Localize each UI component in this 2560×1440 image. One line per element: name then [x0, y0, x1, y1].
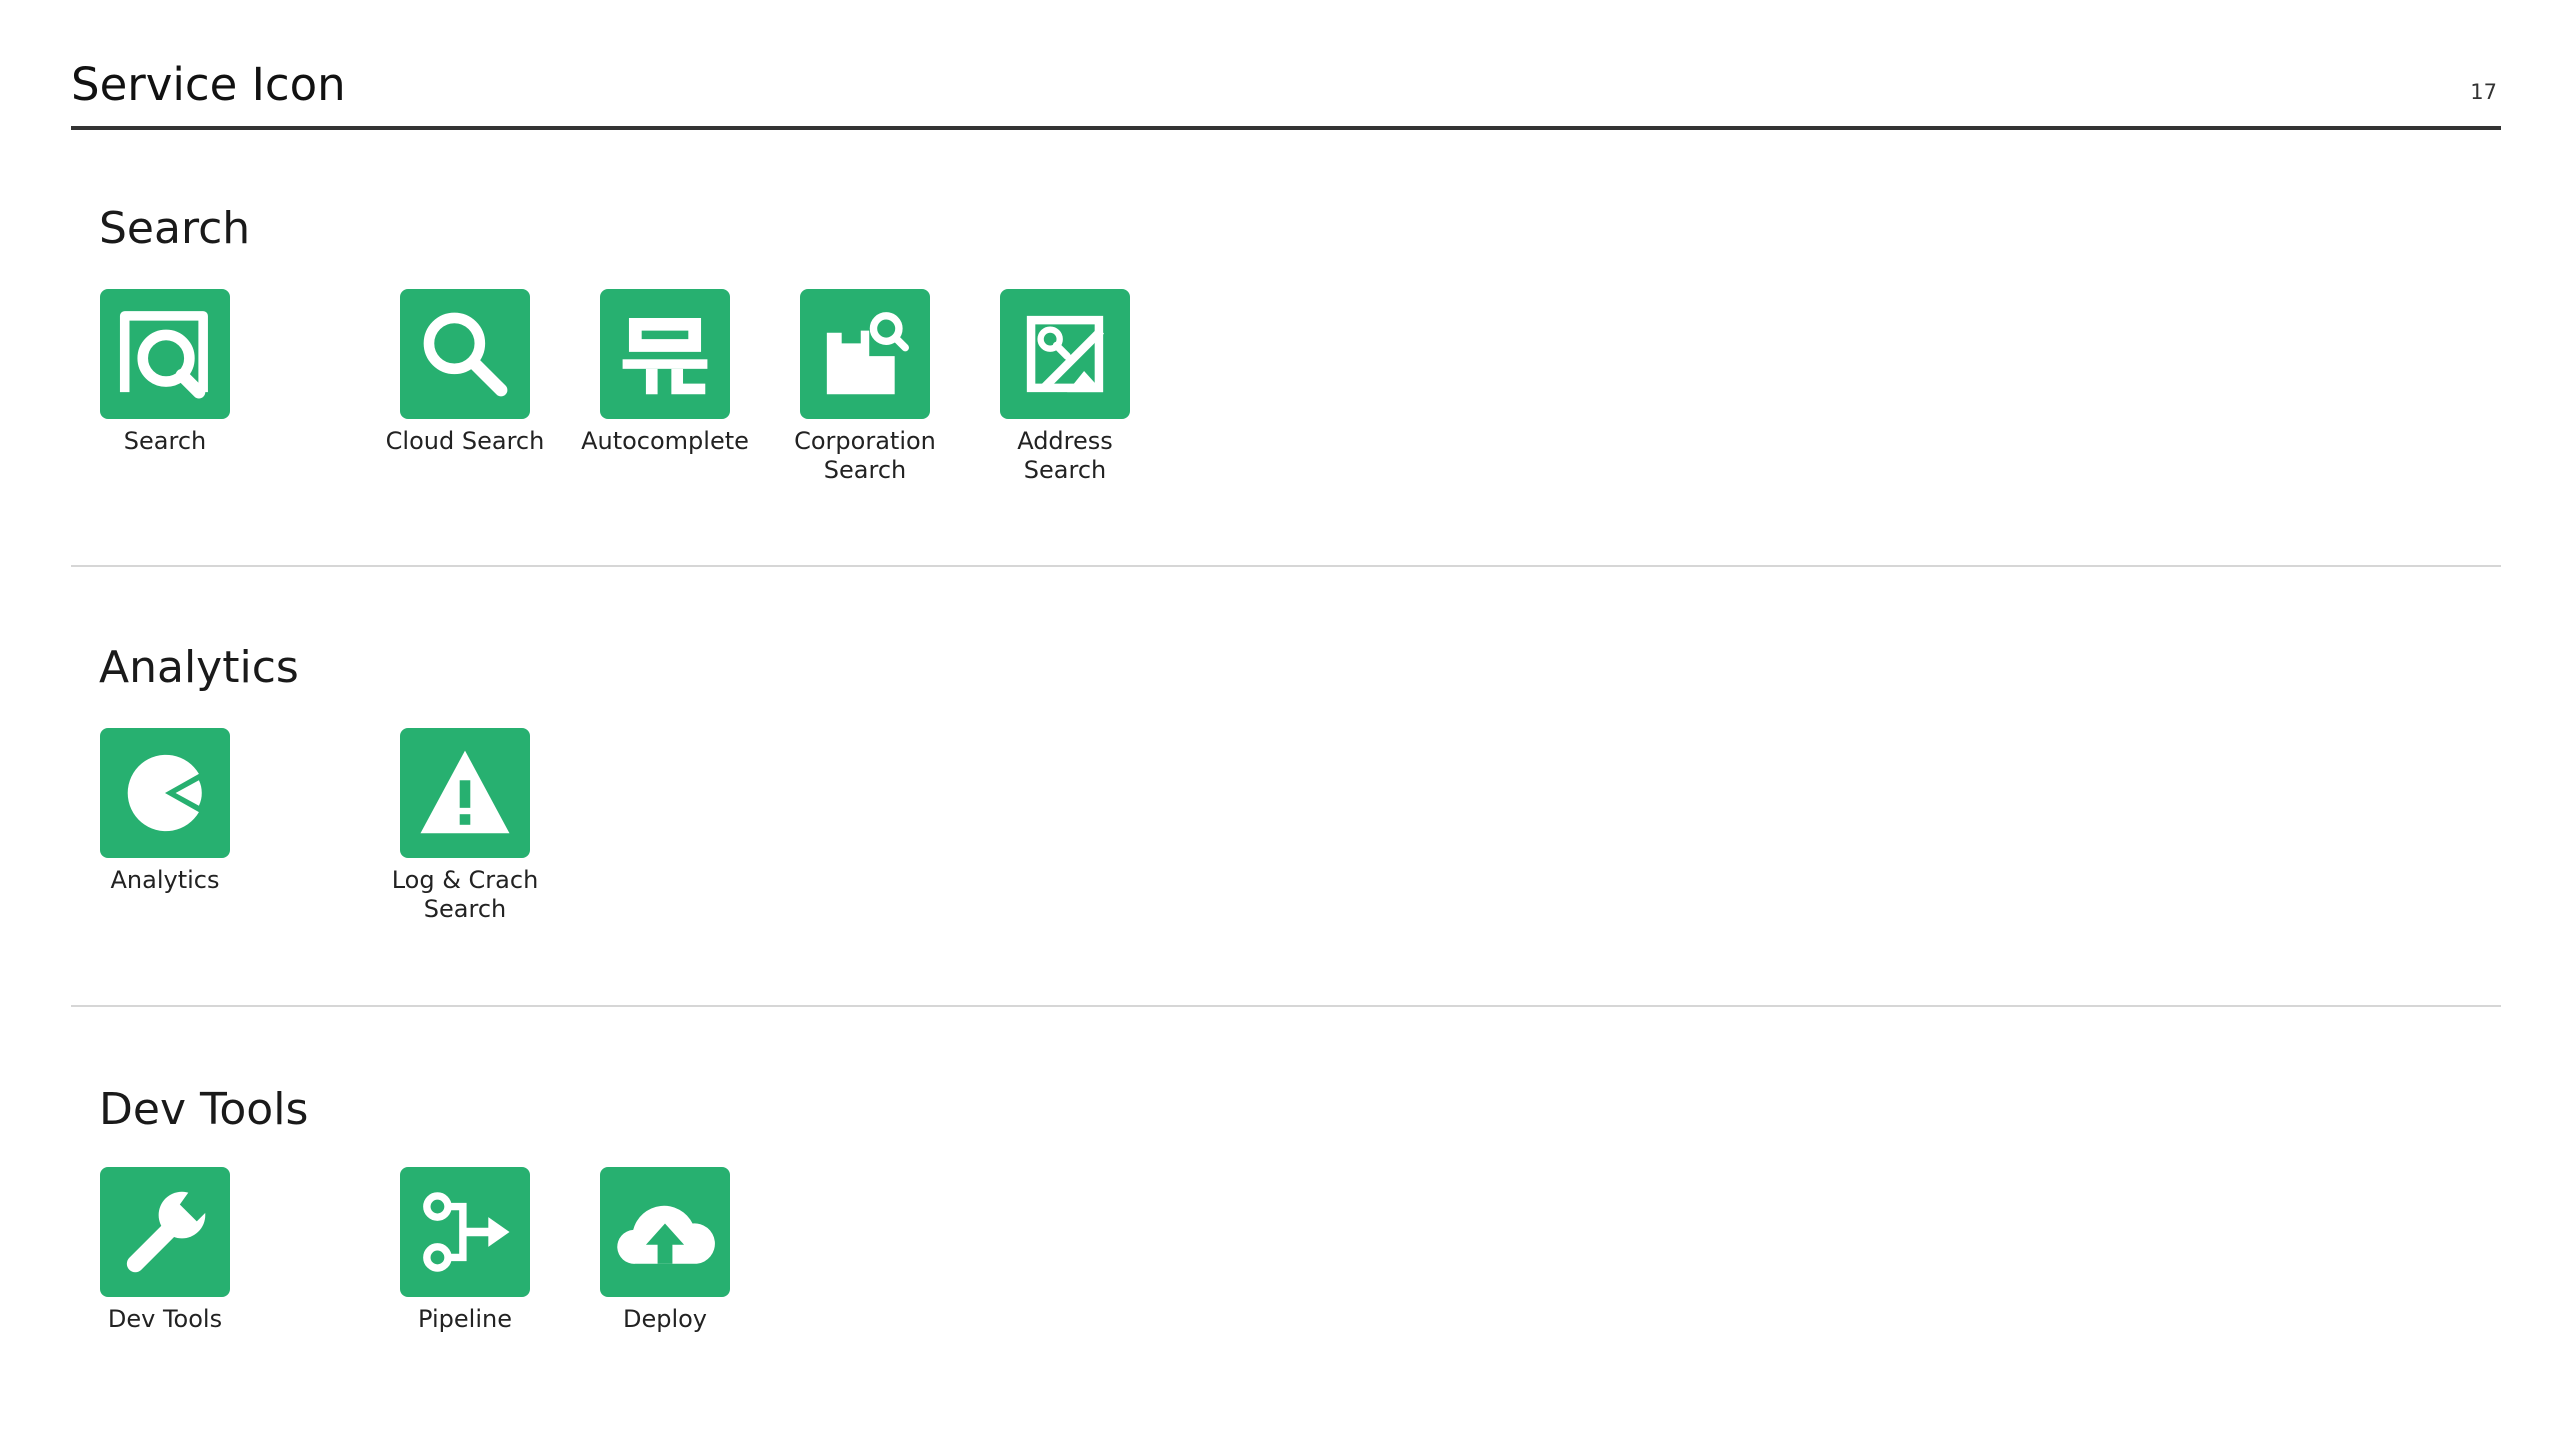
service-tile-address-search[interactable]: Address Search	[965, 289, 1165, 485]
wrench-icon	[126, 1189, 210, 1273]
section-title-analytics: Analytics	[99, 642, 299, 693]
section-title-dev-tools: Dev Tools	[99, 1084, 309, 1135]
search-service-icon	[119, 311, 208, 399]
service-tile-log-crash-search[interactable]: Log & Crach Search	[365, 728, 565, 924]
section-divider	[71, 1005, 2501, 1007]
address-search-icon	[1026, 315, 1105, 393]
service-tile-autocomplete[interactable]: Autocomplete	[565, 289, 765, 456]
page-header: Service Icon 17	[71, 40, 2501, 130]
service-label: Address Search	[1017, 427, 1113, 484]
service-label: Autocomplete	[581, 427, 749, 455]
service-label: Log & Crach Search	[391, 866, 539, 923]
cloud-search-icon	[423, 312, 508, 397]
analytics-icon	[127, 754, 202, 832]
service-tile-search[interactable]: Search	[65, 289, 265, 456]
service-label: Corporation Search	[794, 427, 936, 484]
service-tile-pipeline[interactable]: Pipeline	[365, 1167, 565, 1334]
service-label: Cloud Search	[385, 427, 545, 455]
page-number: 17	[2470, 80, 2497, 104]
log-crash-search-icon	[420, 750, 510, 834]
section-title-search: Search	[99, 203, 251, 254]
service-label: Dev Tools	[107, 1305, 223, 1333]
service-tile-deploy[interactable]: Deploy	[565, 1167, 765, 1334]
service-label: Search	[123, 427, 207, 455]
service-tile-analytics[interactable]: Analytics	[65, 728, 265, 895]
service-tile-dev-tools[interactable]: Dev Tools	[65, 1167, 265, 1334]
service-button-search[interactable]	[100, 289, 230, 419]
service-button-corporation-search[interactable]	[800, 289, 930, 419]
service-button-log-crash-search[interactable]	[400, 728, 530, 858]
pipeline-icon	[423, 1192, 510, 1272]
section-divider	[71, 565, 2501, 567]
service-button-address-search[interactable]	[1000, 289, 1130, 419]
service-button-cloud-search[interactable]	[400, 289, 530, 419]
corporation-search-icon	[826, 312, 909, 395]
service-button-pipeline[interactable]	[400, 1167, 530, 1297]
service-button-deploy[interactable]	[600, 1167, 730, 1297]
page-title: Service Icon	[71, 58, 346, 111]
autocomplete-icon	[622, 317, 708, 395]
service-label: Analytics	[110, 866, 220, 894]
service-button-dev-tools[interactable]	[100, 1167, 230, 1297]
service-button-autocomplete[interactable]	[600, 289, 730, 419]
service-button-analytics[interactable]	[100, 728, 230, 858]
service-tile-corporation-search[interactable]: Corporation Search	[765, 289, 965, 485]
service-label: Deploy	[622, 1305, 708, 1333]
cloud-upload-icon	[617, 1205, 715, 1264]
service-label: Pipeline	[418, 1305, 512, 1333]
service-tile-cloud-search[interactable]: Cloud Search	[365, 289, 565, 456]
